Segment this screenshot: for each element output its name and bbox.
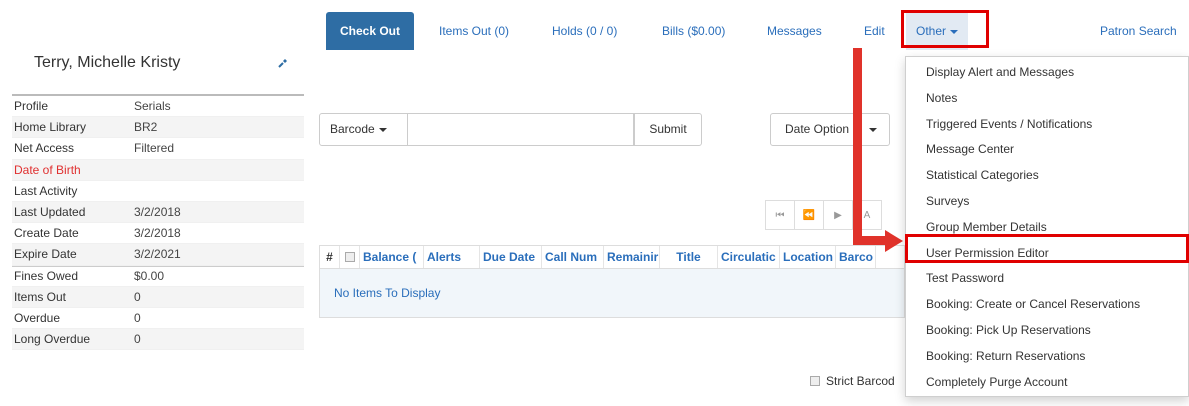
tab-patron-search[interactable]: Patron Search (1100, 12, 1177, 50)
menu-item-message-center[interactable]: Message Center (906, 137, 1188, 163)
summary-label: Profile (14, 99, 49, 114)
tab-messages[interactable]: Messages (767, 12, 822, 50)
summary-value: $0.00 (134, 269, 165, 284)
column-due-date[interactable]: Due Date (480, 246, 542, 268)
summary-row-net-access: Net Access Filtered (12, 138, 304, 160)
previous-page-icon[interactable]: ⏪ (794, 200, 824, 230)
menu-item-booking-pick-up[interactable]: Booking: Pick Up Reservations (906, 318, 1188, 344)
chevron-down-icon (378, 127, 387, 132)
first-page-icon[interactable]: ⏮ (765, 200, 795, 230)
patron-name: Terry, Michelle Kristy (34, 54, 181, 71)
tab-edit[interactable]: Edit (864, 12, 885, 50)
summary-row-expire-date: Expire Date 3/2/2021 (12, 244, 304, 266)
column-remaining[interactable]: Remainir (604, 246, 660, 268)
column-barcode[interactable]: Barco (836, 246, 876, 268)
summary-label: Long Overdue (14, 332, 91, 347)
tab-check-out[interactable]: Check Out (326, 12, 415, 50)
pin-icon[interactable] (276, 56, 290, 70)
chevron-down-icon (869, 128, 877, 132)
summary-label: Create Date (14, 226, 79, 241)
date-options-label: Date Option (785, 122, 850, 136)
column-number: # (320, 246, 340, 268)
summary-value: 0 (134, 310, 141, 325)
summary-row-overdue: Overdue 0 (12, 308, 304, 330)
summary-label: Overdue (14, 310, 61, 325)
tab-items-out[interactable]: Items Out (0) (439, 12, 509, 50)
highlight-user-permission-editor (905, 234, 1189, 263)
highlight-other-tab (901, 10, 989, 48)
column-balance[interactable]: Balance ( (360, 246, 424, 268)
menu-item-surveys[interactable]: Surveys (906, 189, 1188, 215)
summary-label: Last Updated (14, 205, 86, 220)
summary-row-home-library: Home Library BR2 (12, 117, 304, 139)
summary-label: Expire Date (14, 247, 77, 262)
other-dropdown-menu: Display Alert and Messages Notes Trigger… (905, 56, 1189, 397)
summary-row-last-updated: Last Updated 3/2/2018 (12, 201, 304, 224)
summary-value: 3/2/2018 (134, 205, 181, 220)
tab-bills[interactable]: Bills ($0.00) (662, 12, 725, 50)
summary-label: Home Library (14, 120, 87, 135)
summary-label: Last Activity (14, 183, 78, 198)
summary-value: 0 (134, 332, 141, 347)
patron-summary: Profile Serials Home Library BR2 Net Acces… (12, 94, 304, 351)
summary-value: 0 (134, 289, 141, 304)
next-page-icon[interactable]: ▶ (823, 200, 853, 230)
summary-row-items-out: Items Out 0 (12, 286, 304, 308)
items-grid-header: # Balance ( Alerts Due Date Call Num Rem… (319, 245, 905, 269)
summary-label: Items Out (14, 289, 67, 304)
patron-nav-tabs: Check Out Items Out (0) Holds (0 / 0) Bi… (326, 12, 1189, 50)
summary-value: 3/2/2021 (134, 247, 181, 262)
select-all-checkbox[interactable] (340, 246, 360, 268)
summary-value: 3/2/2018 (134, 226, 181, 241)
menu-item-booking-create-cancel[interactable]: Booking: Create or Cancel Reservations (906, 292, 1188, 318)
menu-item-notes[interactable]: Notes (906, 86, 1188, 112)
menu-item-display-alert-and-messages[interactable]: Display Alert and Messages (906, 60, 1188, 86)
summary-value: Filtered (134, 141, 175, 156)
menu-item-triggered-events[interactable]: Triggered Events / Notifications (906, 112, 1188, 138)
submit-button[interactable]: Submit (634, 113, 702, 146)
tab-holds[interactable]: Holds (0 / 0) (552, 12, 617, 50)
strict-barcode-checkbox[interactable] (810, 376, 820, 386)
date-options-dropdown[interactable]: Date Option (770, 113, 890, 146)
summary-row-fines-owed: Fines Owed $0.00 (12, 265, 304, 287)
menu-item-test-password[interactable]: Test Password (906, 266, 1188, 292)
annotation-arrow-shaft (853, 48, 862, 244)
barcode-input[interactable] (408, 113, 634, 146)
column-alerts[interactable]: Alerts (424, 246, 480, 268)
summary-label: Net Access (14, 141, 75, 156)
strict-barcode-option[interactable]: Strict Barcod (810, 374, 895, 388)
summary-label: Date of Birth (14, 162, 81, 177)
menu-item-booking-return[interactable]: Booking: Return Reservations (906, 344, 1188, 370)
annotation-arrow-head (885, 230, 903, 252)
column-location[interactable]: Location (780, 246, 836, 268)
column-circulation[interactable]: Circulatic (718, 246, 780, 268)
summary-row-long-overdue: Long Overdue 0 (12, 329, 304, 351)
barcode-type-dropdown[interactable]: Barcode (319, 113, 408, 146)
menu-item-completely-purge-account[interactable]: Completely Purge Account (906, 370, 1188, 396)
summary-row-last-activity: Last Activity (12, 181, 304, 202)
summary-row-create-date: Create Date 3/2/2018 (12, 223, 304, 245)
checkbox-box (344, 252, 355, 262)
barcode-type-label: Barcode (330, 122, 375, 136)
pager: ⏮ ⏪ ▶ A (765, 200, 882, 230)
items-grid-empty-message: No Items To Display (319, 269, 905, 318)
column-call-number[interactable]: Call Num (542, 246, 604, 268)
column-title[interactable]: Title (660, 246, 718, 268)
summary-value: Serials (134, 99, 171, 114)
menu-item-statistical-categories[interactable]: Statistical Categories (906, 163, 1188, 189)
strict-barcode-label: Strict Barcod (826, 374, 895, 388)
summary-row-date-of-birth: Date of Birth (12, 159, 304, 181)
summary-label: Fines Owed (14, 269, 79, 284)
summary-value: BR2 (134, 120, 158, 135)
summary-row-profile: Profile Serials (12, 96, 304, 118)
